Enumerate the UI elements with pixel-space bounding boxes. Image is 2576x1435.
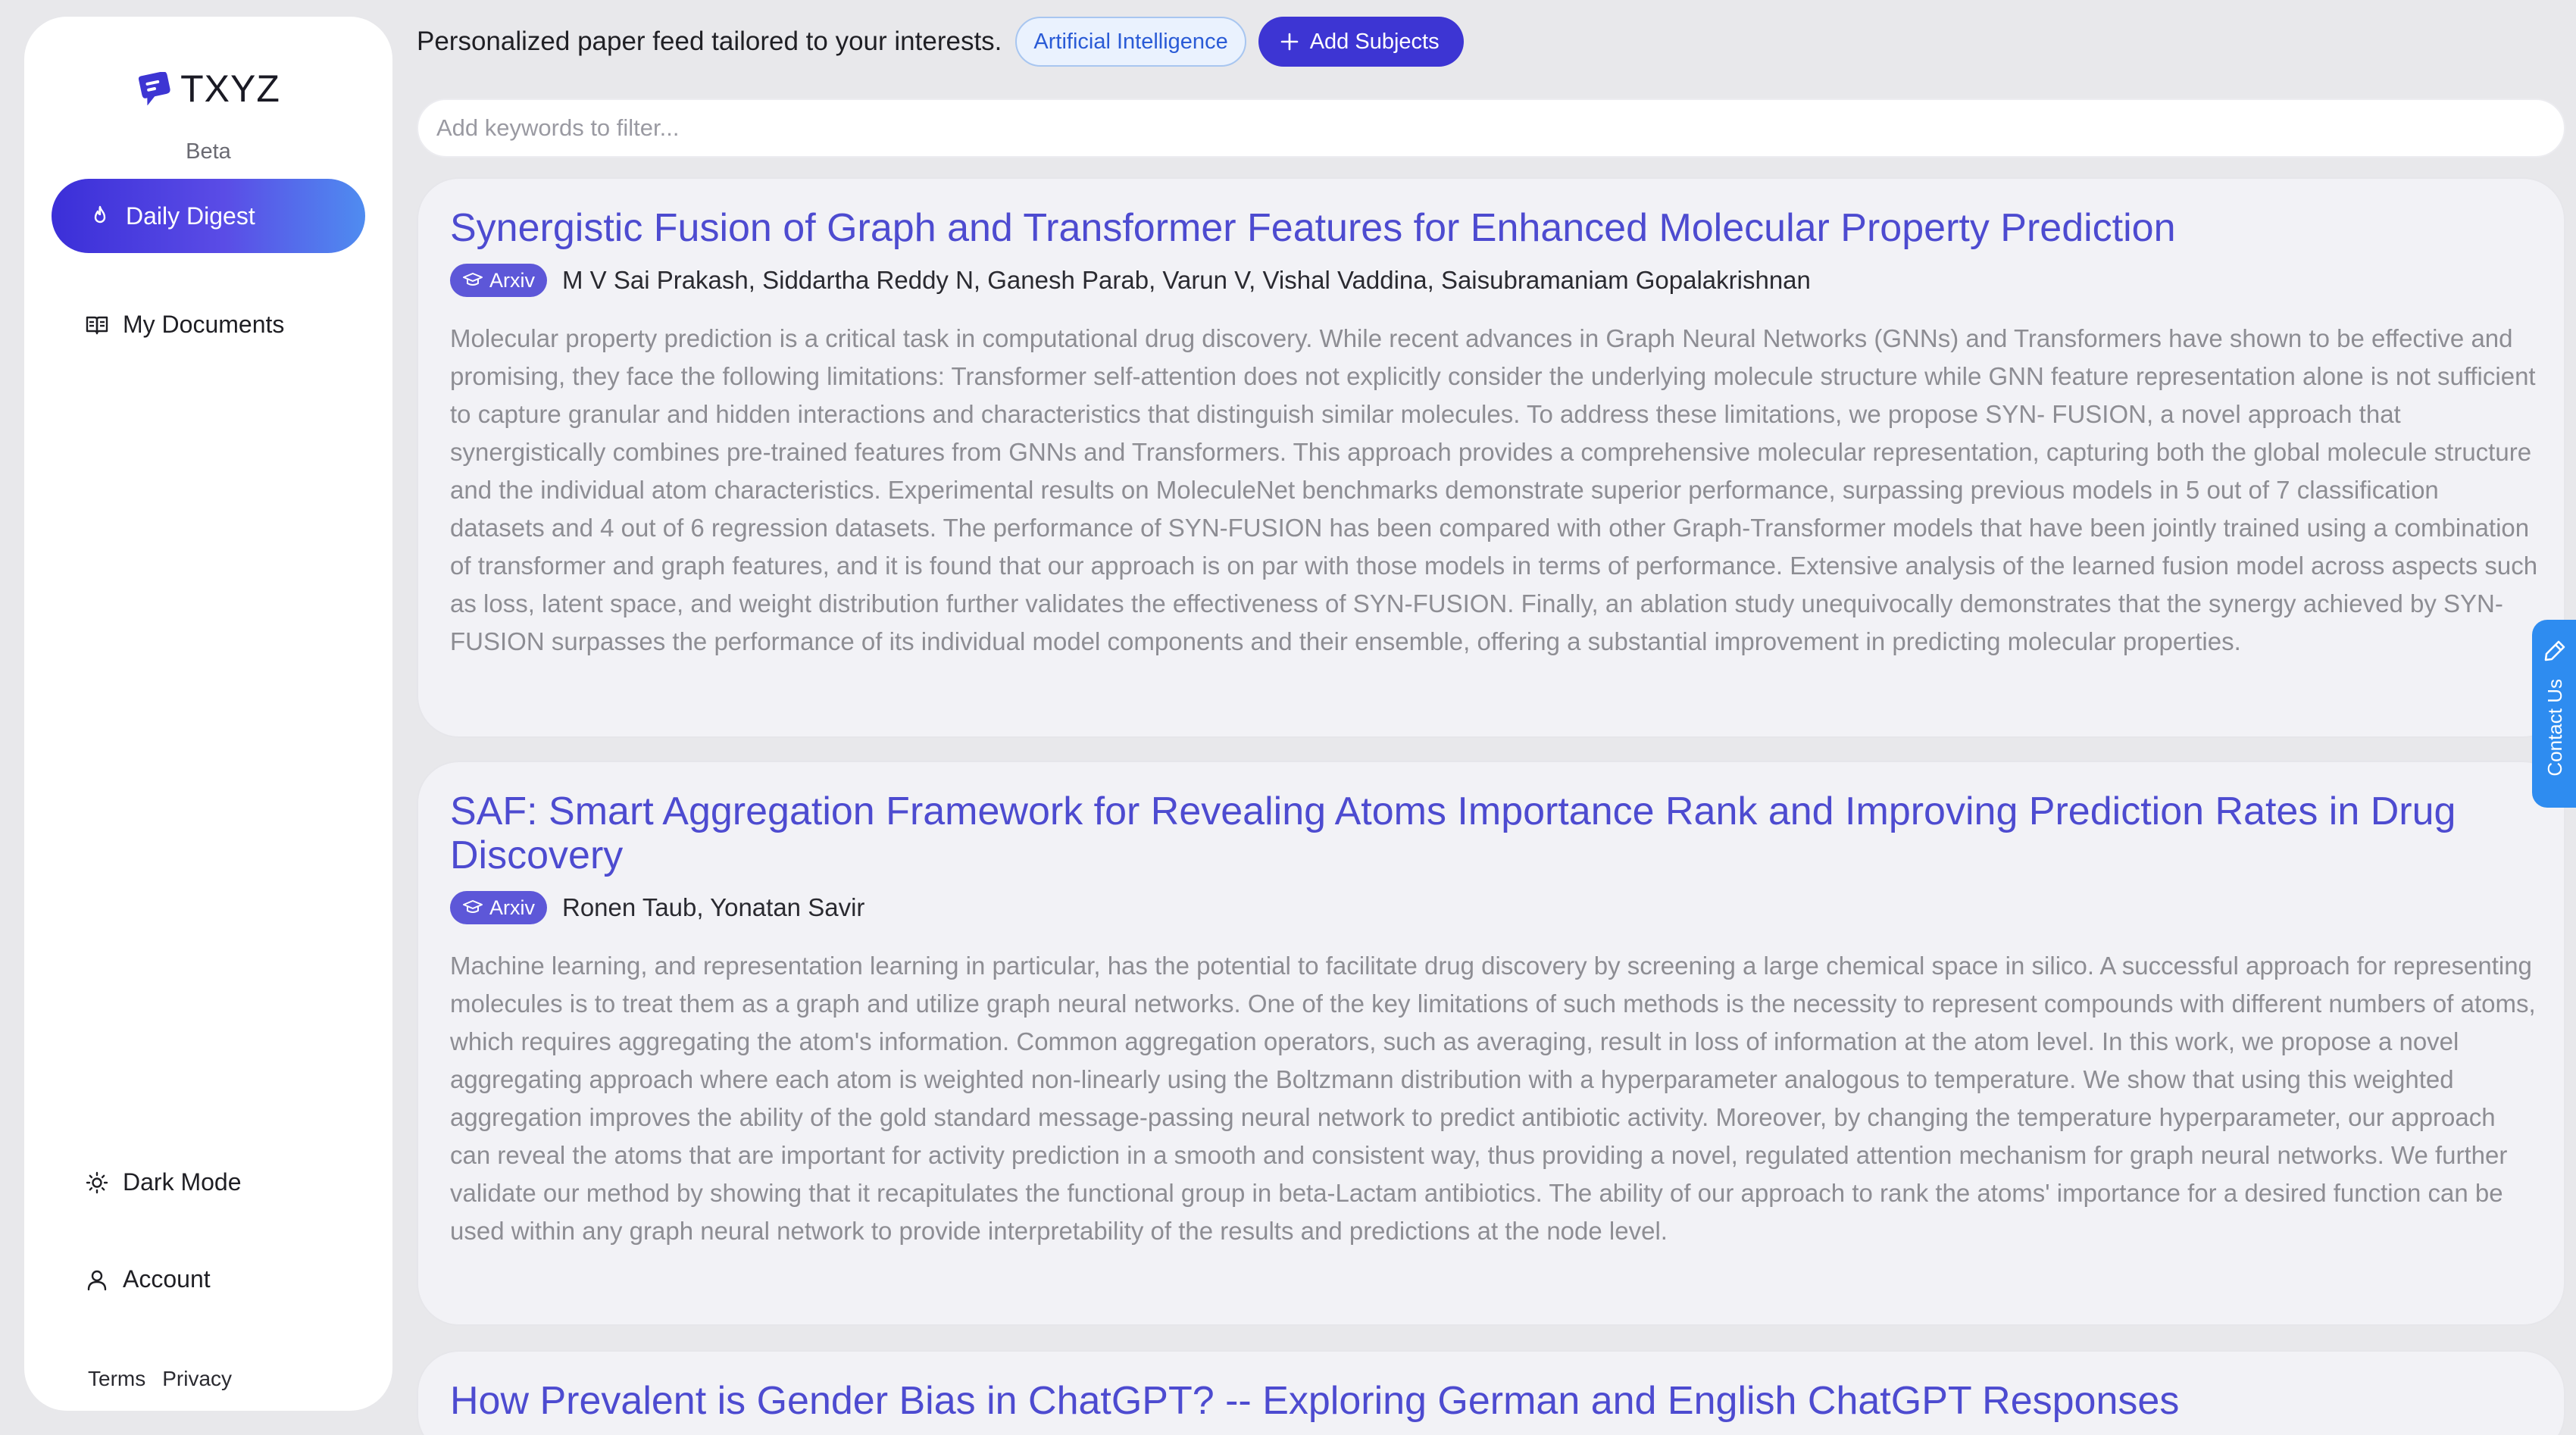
source-badge[interactable]: Arxiv: [450, 891, 547, 924]
paper-title[interactable]: How Prevalent is Gender Bias in ChatGPT?…: [450, 1379, 2532, 1423]
sidebar-item-daily-digest[interactable]: Daily Digest: [52, 179, 365, 253]
sidebar-item-label: Daily Digest: [126, 202, 255, 230]
contact-us-tab[interactable]: Contact Us: [2532, 620, 2576, 808]
sidebar-item-my-documents[interactable]: My Documents: [85, 311, 284, 339]
account-label: Account: [123, 1265, 211, 1293]
chat-bubble-logo-icon: [139, 72, 170, 105]
user-icon: [87, 1270, 107, 1290]
sidebar: TXYZ Beta Daily Digest My Documents Dark…: [24, 17, 392, 1411]
beta-label: Beta: [186, 139, 231, 164]
subject-chip[interactable]: Artificial Intelligence: [1015, 17, 1246, 67]
paper-card: SAF: Smart Aggregation Framework for Rev…: [417, 761, 2565, 1326]
paper-card: How Prevalent is Gender Bias in ChatGPT?…: [417, 1350, 2565, 1435]
add-subjects-button[interactable]: Add Subjects: [1258, 17, 1464, 67]
account-link[interactable]: Account: [85, 1265, 211, 1293]
terms-link[interactable]: Terms: [88, 1367, 145, 1391]
privacy-link[interactable]: Privacy: [162, 1367, 232, 1391]
paper-meta: Arxiv M V Sai Prakash, Siddartha Reddy N…: [450, 264, 2532, 297]
dark-mode-toggle[interactable]: Dark Mode: [85, 1168, 242, 1196]
keyword-filter-input[interactable]: [417, 98, 2565, 158]
source-badge[interactable]: Arxiv: [450, 264, 547, 297]
graduation-cap-icon: [463, 273, 483, 286]
paper-card: Synergistic Fusion of Graph and Transfor…: [417, 177, 2565, 738]
footer-links: Terms Privacy: [88, 1367, 232, 1391]
paper-meta: Arxiv Ronen Taub, Yonatan Savir: [450, 891, 2532, 924]
book-icon: [86, 316, 108, 334]
feed-tagline: Personalized paper feed tailored to your…: [417, 27, 1002, 56]
paper-title[interactable]: Synergistic Fusion of Graph and Transfor…: [450, 206, 2532, 250]
graduation-cap-icon: [463, 900, 483, 913]
source-label: Arxiv: [489, 896, 535, 919]
pencil-icon: [2544, 640, 2565, 661]
add-subjects-label: Add Subjects: [1309, 29, 1440, 54]
contact-us-label: Contact Us: [2543, 679, 2566, 777]
brand-name: TXYZ: [180, 67, 280, 110]
sidebar-item-label: My Documents: [123, 311, 285, 338]
paper-authors: Ronen Taub, Yonatan Savir: [562, 893, 865, 921]
dark-mode-label: Dark Mode: [123, 1168, 242, 1196]
sun-icon: [86, 1171, 108, 1193]
plus-icon: [1280, 33, 1299, 51]
flame-icon: [94, 205, 106, 224]
paper-authors: M V Sai Prakash, Siddartha Reddy N, Gane…: [562, 266, 1811, 294]
paper-abstract: Molecular property prediction is a criti…: [450, 324, 2538, 655]
feed-header: Personalized paper feed tailored to your…: [417, 15, 1464, 68]
paper-title[interactable]: SAF: Smart Aggregation Framework for Rev…: [450, 789, 2532, 877]
paper-abstract: Machine learning, and representation lea…: [450, 952, 2536, 1245]
brand-logo[interactable]: TXYZ: [24, 67, 392, 111]
source-label: Arxiv: [489, 268, 535, 292]
